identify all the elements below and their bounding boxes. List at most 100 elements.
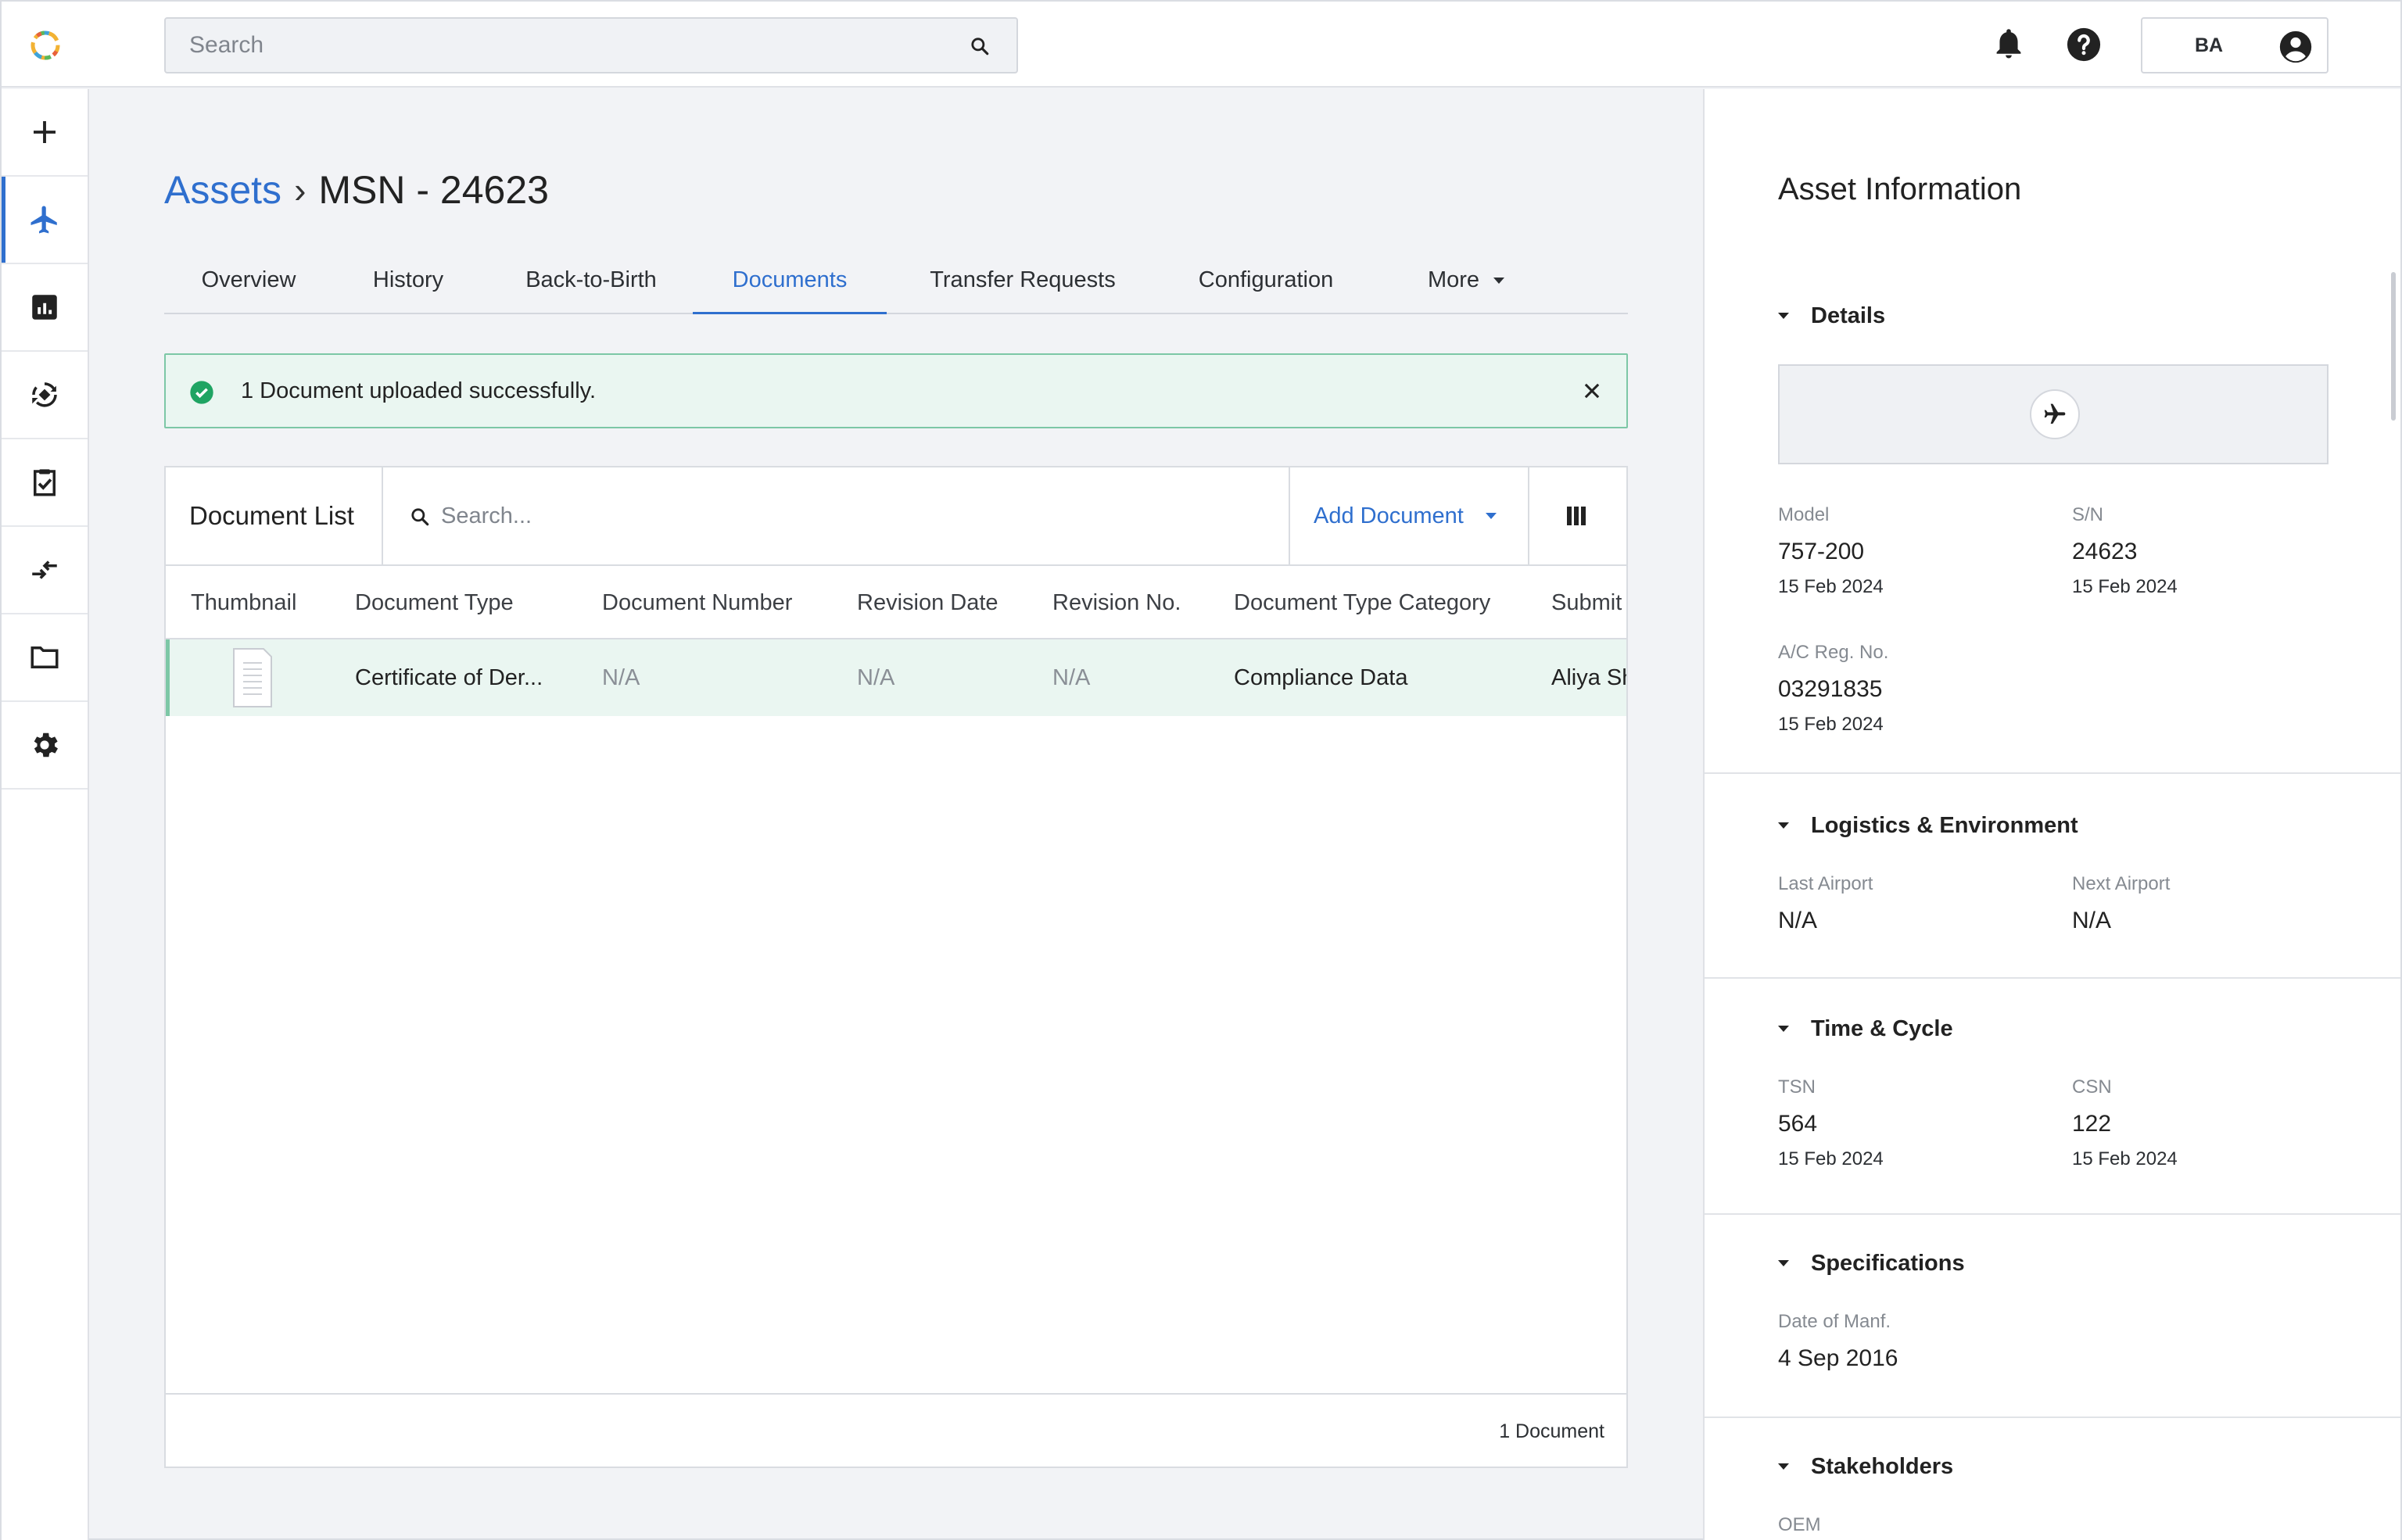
transfer-icon	[32, 560, 57, 579]
chevron-down-icon	[1778, 822, 1789, 829]
breadcrumb-separator: ›	[294, 170, 307, 210]
user-menu-button[interactable]: BA	[2141, 17, 2329, 73]
field-serial-number: S/N 24623 15 Feb 2024	[2072, 503, 2178, 599]
bell-icon[interactable]	[1992, 28, 2025, 61]
specifications-section-label: Specifications	[1811, 1250, 1965, 1276]
specifications-section: Specifications Date of Manf. 4 Sep 2016	[1705, 1216, 2400, 1418]
field-csn: CSN 122 15 Feb 2024	[2072, 1076, 2178, 1171]
global-search-input[interactable]	[189, 19, 940, 72]
rail-item-settings[interactable]	[2, 702, 88, 790]
app-logo-icon[interactable]	[28, 28, 63, 63]
field-manf-label: Date of Manf.	[1778, 1311, 1891, 1332]
sync-parts-icon	[32, 382, 57, 407]
stakeholders-section-header[interactable]: Stakeholders	[1778, 1451, 1953, 1482]
field-sn-value: 24623	[2072, 539, 2138, 564]
global-search[interactable]	[164, 17, 1018, 73]
field-csn-date: 15 Feb 2024	[2072, 1148, 2178, 1169]
rail-item-parts[interactable]	[2, 352, 88, 439]
tab-back-to-birth[interactable]: Back-to-Birth	[483, 252, 699, 314]
tab-overview[interactable]: Overview	[164, 252, 333, 314]
stakeholders-section: Stakeholders OEM	[1705, 1420, 2400, 1540]
column-header-thumbnail[interactable]: Thumbnail	[191, 566, 296, 639]
rail-item-create[interactable]	[2, 89, 88, 177]
field-sn-date: 15 Feb 2024	[2072, 576, 2178, 597]
table-row[interactable]: Certificate of Der... N/A N/A N/A Compli…	[166, 639, 1626, 716]
details-section-header[interactable]: Details	[1778, 300, 1885, 331]
plus-icon	[34, 121, 56, 143]
specifications-section-header[interactable]: Specifications	[1778, 1248, 1965, 1279]
airplane-icon	[30, 206, 57, 234]
search-icon[interactable]	[970, 36, 990, 56]
alert-message: 1 Document uploaded successfully.	[241, 378, 597, 403]
columns-button[interactable]	[1529, 467, 1626, 564]
rail-item-transfers[interactable]	[2, 527, 88, 614]
chevron-down-icon	[1486, 513, 1497, 519]
column-header-document-type-category[interactable]: Document Type Category	[1234, 566, 1490, 639]
document-search-input[interactable]	[441, 491, 1254, 541]
close-icon[interactable]	[1581, 380, 1603, 402]
tab-documents[interactable]: Documents	[693, 252, 887, 314]
field-tsn-date: 15 Feb 2024	[1778, 1148, 1884, 1169]
column-header-revision-no[interactable]: Revision No.	[1052, 566, 1181, 639]
logistics-section-header[interactable]: Logistics & Environment	[1778, 810, 2078, 841]
column-header-document-type[interactable]: Document Type	[355, 566, 514, 639]
document-count: 1 Document	[1499, 1420, 1604, 1442]
field-reg-date: 15 Feb 2024	[1778, 714, 1884, 735]
document-list-title: Document List	[166, 467, 383, 564]
column-header-document-number[interactable]: Document Number	[602, 566, 792, 639]
field-registration: A/C Reg. No. 03291835 15 Feb 2024	[1778, 641, 1888, 736]
gear-icon	[34, 732, 58, 757]
table-header: Thumbnail Document Type Document Number …	[166, 566, 1626, 639]
cell-submitted-by: Aliya Sh	[1551, 665, 1626, 690]
tab-history[interactable]: History	[333, 252, 483, 314]
tab-transfer-requests[interactable]: Transfer Requests	[894, 252, 1151, 314]
field-reg-label: A/C Reg. No.	[1778, 642, 1889, 663]
field-tsn: TSN 564 15 Feb 2024	[1778, 1076, 1884, 1171]
table-footer: 1 Document	[166, 1393, 1626, 1467]
tab-more-label: More	[1427, 267, 1480, 292]
help-icon[interactable]	[2066, 27, 2102, 63]
chevron-down-icon	[1778, 313, 1789, 319]
document-list-panel: Document List Add Document Thumbnail Doc…	[164, 466, 1628, 1468]
field-next-airport: Next Airport N/A	[2072, 872, 2170, 937]
column-header-revision-date[interactable]: Revision Date	[857, 566, 998, 639]
airplane-icon	[2044, 403, 2066, 424]
time-cycle-section-header[interactable]: Time & Cycle	[1778, 1013, 1953, 1044]
stakeholders-section-label: Stakeholders	[1811, 1453, 1954, 1479]
check-circle-icon	[190, 381, 213, 404]
breadcrumb-assets-link[interactable]: Assets	[164, 167, 281, 213]
field-next-airport-value: N/A	[2072, 908, 2112, 933]
field-tsn-label: TSN	[1778, 1076, 1816, 1098]
document-thumbnail-icon[interactable]	[231, 646, 274, 710]
add-document-label: Add Document	[1314, 503, 1464, 528]
add-document-button[interactable]: Add Document	[1289, 467, 1529, 564]
field-date-of-manufacture: Date of Manf. 4 Sep 2016	[1778, 1310, 1898, 1374]
rail-item-tasks[interactable]	[2, 439, 88, 527]
field-next-airport-label: Next Airport	[2072, 873, 2171, 894]
tab-configuration[interactable]: Configuration	[1151, 252, 1381, 314]
chevron-down-icon	[1778, 1260, 1789, 1266]
field-model-label: Model	[1778, 504, 1830, 525]
document-search[interactable]	[383, 467, 1289, 564]
search-icon	[411, 508, 429, 526]
field-sn-label: S/N	[2072, 504, 2104, 525]
left-nav-rail	[2, 89, 89, 1540]
field-last-airport: Last Airport N/A	[1778, 872, 1873, 937]
field-model-value: 757-200	[1778, 539, 1865, 564]
page-title: MSN - 24623	[318, 168, 549, 212]
rail-item-reports[interactable]	[2, 264, 88, 352]
folder-icon	[30, 646, 59, 668]
chevron-down-icon	[1778, 1026, 1789, 1032]
field-oem: OEM	[1778, 1513, 1821, 1537]
cell-document-type: Certificate of Der...	[355, 665, 543, 690]
rail-item-assets[interactable]	[2, 177, 88, 264]
rail-item-files[interactable]	[2, 614, 88, 702]
chevron-down-icon	[1493, 278, 1505, 285]
field-reg-value: 03291835	[1778, 676, 1883, 702]
document-toolbar: Document List Add Document	[166, 467, 1626, 566]
tab-more[interactable]: More	[1381, 252, 1551, 314]
column-header-submitted[interactable]: Submit	[1551, 566, 1622, 639]
cell-revision-no: N/A	[1052, 665, 1091, 690]
logistics-section: Logistics & Environment Last Airport N/A…	[1705, 775, 2400, 979]
cell-revision-date: N/A	[857, 665, 895, 690]
